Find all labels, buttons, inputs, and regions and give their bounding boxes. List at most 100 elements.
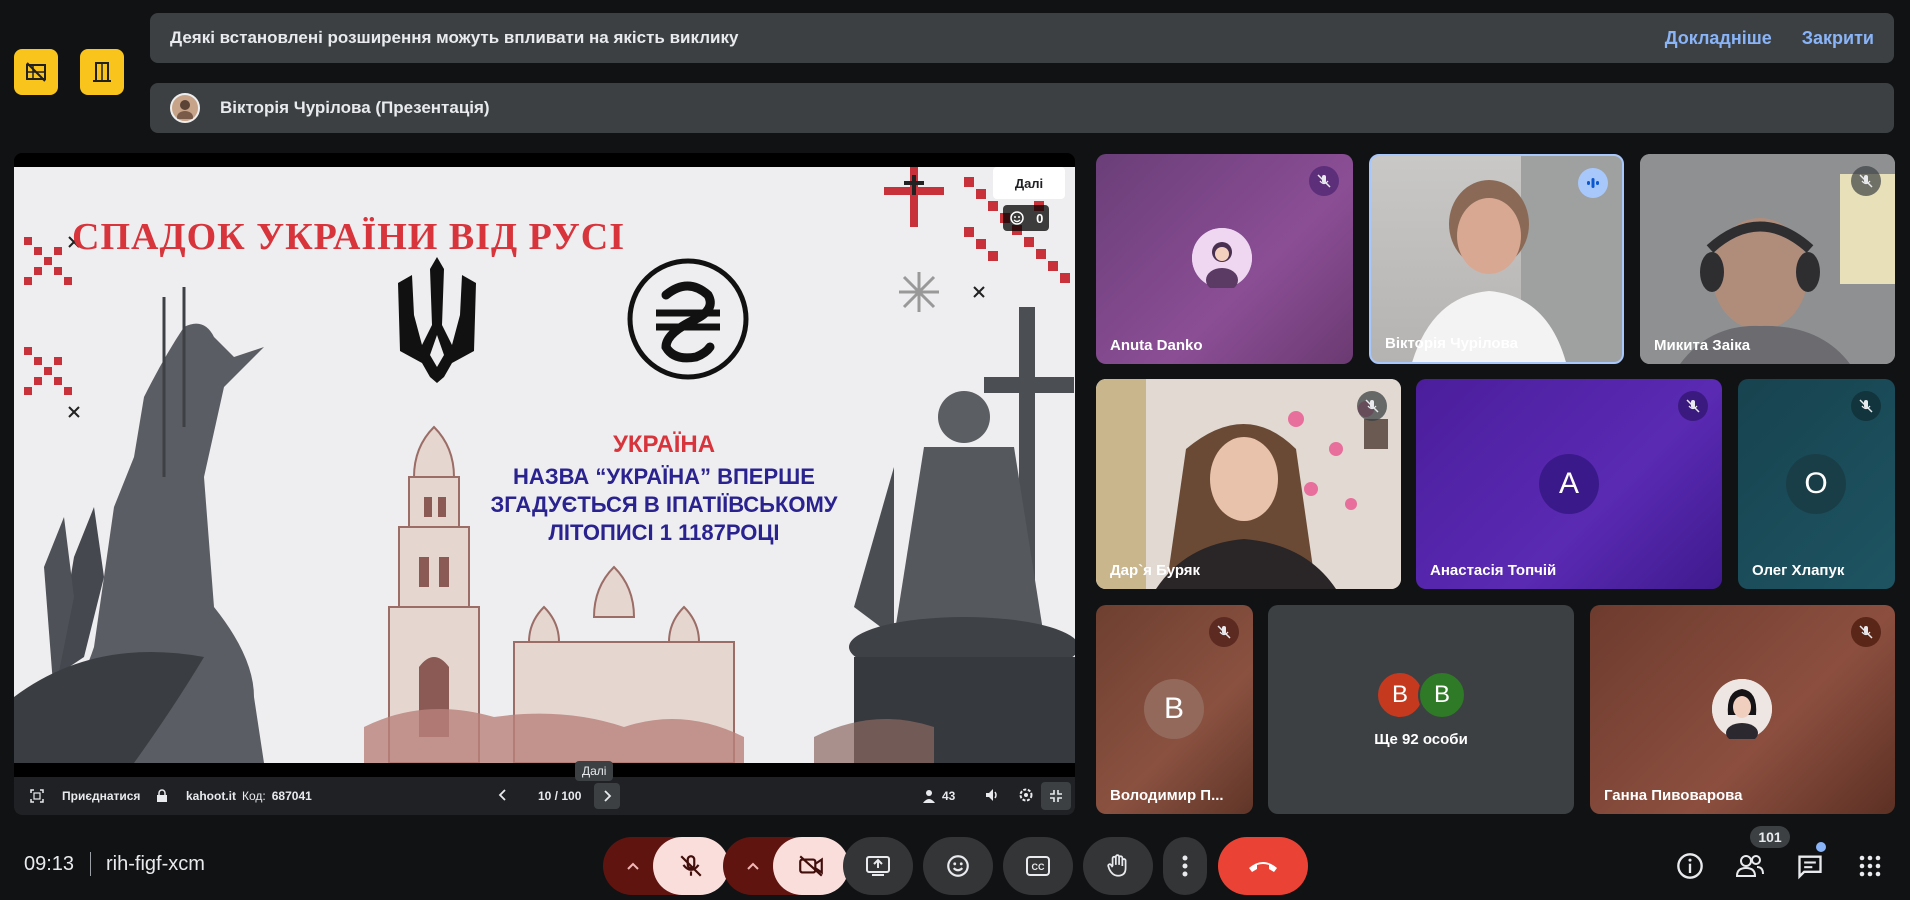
- meeting-code: rih-figf-xcm: [106, 853, 205, 875]
- slide-text-block: УКРАЇНА НАЗВА “УКРАЇНА” ВПЕРШЕ ЗГАДУЄТЬС…: [484, 431, 844, 547]
- more-participants-tile[interactable]: В В Ще 92 особи: [1268, 605, 1574, 814]
- volodymyr-monument-image: [814, 307, 1075, 763]
- gear-icon: [1019, 788, 1033, 801]
- code-label: Код:: [242, 789, 266, 803]
- more-participants-label: Ще 92 особи: [1374, 731, 1468, 748]
- kahoot-settings-button[interactable]: [1018, 787, 1034, 806]
- emoji-icon: [947, 855, 969, 877]
- participant-tile[interactable]: А Анастасія Топчій: [1416, 379, 1722, 589]
- participant-tile[interactable]: О Олег Хлапук: [1738, 379, 1895, 589]
- prev-slide-button[interactable]: [496, 788, 510, 805]
- join-label: Приєднатися: [62, 789, 141, 803]
- code-value: 687041: [271, 789, 312, 803]
- volume-button[interactable]: [984, 787, 1000, 806]
- present-screen-icon: [866, 856, 890, 876]
- join-fullscreen-button[interactable]: Приєднатися: [30, 789, 140, 803]
- mic-off-icon: [1365, 399, 1379, 413]
- slide: СПАДОК УКРАЇНИ ВІД РУСІ УКРАЇНА НАЗВА “У…: [14, 167, 1075, 763]
- meeting-details-button[interactable]: [1674, 850, 1706, 882]
- participant-tile[interactable]: Anuta Danko: [1096, 154, 1353, 364]
- mic-toggle-button[interactable]: [653, 837, 729, 895]
- activities-button[interactable]: [1854, 850, 1886, 882]
- reactions-button[interactable]: [923, 837, 993, 895]
- video-grid-off-icon: [26, 62, 46, 82]
- chevron-up-icon: [747, 862, 759, 870]
- trident-icon: [398, 257, 476, 383]
- people-count-badge: 101: [1750, 826, 1790, 848]
- svg-text:CC: CC: [1032, 862, 1045, 872]
- mic-off-icon: [1859, 625, 1873, 639]
- participant-tile[interactable]: Дар`я Буряк: [1096, 379, 1401, 589]
- present-screen-button[interactable]: [843, 837, 913, 895]
- speaking-indicator: [1578, 168, 1608, 198]
- qr-scan-icon: [30, 789, 44, 803]
- participant-name: Володимир П...: [1110, 787, 1224, 804]
- more-options-button[interactable]: [1163, 837, 1207, 895]
- door-app-button[interactable]: [80, 49, 124, 95]
- avatar: [1712, 679, 1772, 739]
- chat-button[interactable]: [1794, 850, 1826, 882]
- captions-button[interactable]: CC: [1003, 837, 1073, 895]
- muted-mic-indicator: [1851, 617, 1881, 647]
- kahoot-site: kahoot.it: [186, 789, 236, 803]
- muted-mic-indicator: [1309, 166, 1339, 196]
- meeting-time: 09:13: [24, 853, 75, 875]
- camera-toggle-button[interactable]: [773, 837, 849, 895]
- avatar: А: [1539, 454, 1599, 514]
- chevron-up-icon: [627, 862, 639, 870]
- more-vert-icon: [1182, 855, 1188, 877]
- participant-tile[interactable]: Микита Заіка: [1640, 154, 1895, 364]
- emoji-add-icon: [1009, 211, 1024, 225]
- raise-hand-button[interactable]: [1083, 837, 1153, 895]
- next-slide-button[interactable]: [594, 783, 620, 809]
- participant-name: Anuta Danko: [1110, 337, 1203, 354]
- presenter-label: Вікторія Чурілова (Презентація): [220, 98, 490, 117]
- more-info-link[interactable]: Докладніше: [1665, 28, 1772, 49]
- presenter-banner[interactable]: Вікторія Чурілова (Презентація): [150, 83, 1894, 133]
- kahoot-control-bar: Приєднатися kahoot.it Код: 687041 10 / 1…: [14, 777, 1075, 815]
- muted-mic-indicator: [1678, 391, 1708, 421]
- participant-name: Дар`я Буряк: [1110, 562, 1201, 579]
- fullscreen-exit-icon: [1050, 790, 1062, 802]
- hryvnia-icon: [627, 258, 749, 380]
- avatar: О: [1786, 454, 1846, 514]
- avatar: В: [1418, 671, 1466, 719]
- participant-name: Микита Заіка: [1654, 337, 1751, 354]
- divider: [90, 852, 91, 876]
- participant-name: Анастасія Топчій: [1430, 562, 1557, 579]
- speaker-icon: [986, 788, 997, 801]
- presenter-avatar: [170, 93, 200, 123]
- mic-off-icon: [1217, 625, 1231, 639]
- join-info: kahoot.it Код: 687041: [156, 789, 312, 803]
- participant-tile[interactable]: Ганна Пивоварова: [1590, 605, 1895, 814]
- mic-off-icon: [1317, 174, 1331, 188]
- participant-name: Олег Хлапук: [1752, 562, 1845, 579]
- chevron-right-icon: [604, 790, 612, 802]
- leave-call-button[interactable]: [1218, 837, 1308, 895]
- close-banner-link[interactable]: Закрити: [1802, 28, 1874, 49]
- audio-wave-icon: [1587, 178, 1599, 188]
- apps-grid-icon: [1859, 855, 1881, 877]
- info-icon: [1677, 853, 1703, 879]
- closed-captions-icon: CC: [1026, 856, 1050, 876]
- participant-tile-active[interactable]: Вікторія Чурілова: [1369, 154, 1624, 364]
- slide-heading: УКРАЇНА: [612, 431, 716, 458]
- avatar: [1192, 228, 1252, 288]
- mic-off-icon: [1686, 399, 1700, 413]
- unread-dot: [1816, 842, 1826, 852]
- muted-mic-indicator: [1851, 166, 1881, 196]
- muted-mic-indicator: [1851, 391, 1881, 421]
- no-video-overlay-button[interactable]: [14, 49, 58, 95]
- reactions-counter: 0: [1003, 205, 1049, 231]
- muted-mic-indicator: [1209, 617, 1239, 647]
- people-button[interactable]: [1734, 850, 1766, 882]
- exit-fullscreen-button[interactable]: [1041, 782, 1071, 810]
- participant-tile[interactable]: В Володимир П...: [1096, 605, 1253, 814]
- participant-name: Вікторія Чурілова: [1385, 335, 1518, 352]
- next-popup[interactable]: Далі: [993, 167, 1065, 199]
- video-feed: [1096, 379, 1401, 589]
- page-indicator: 10 / 100: [538, 789, 582, 803]
- presentation-area: СПАДОК УКРАЇНИ ВІД РУСІ УКРАЇНА НАЗВА “У…: [14, 153, 1075, 815]
- people-icon: [1735, 855, 1764, 877]
- founders-monument-image: [14, 287, 264, 763]
